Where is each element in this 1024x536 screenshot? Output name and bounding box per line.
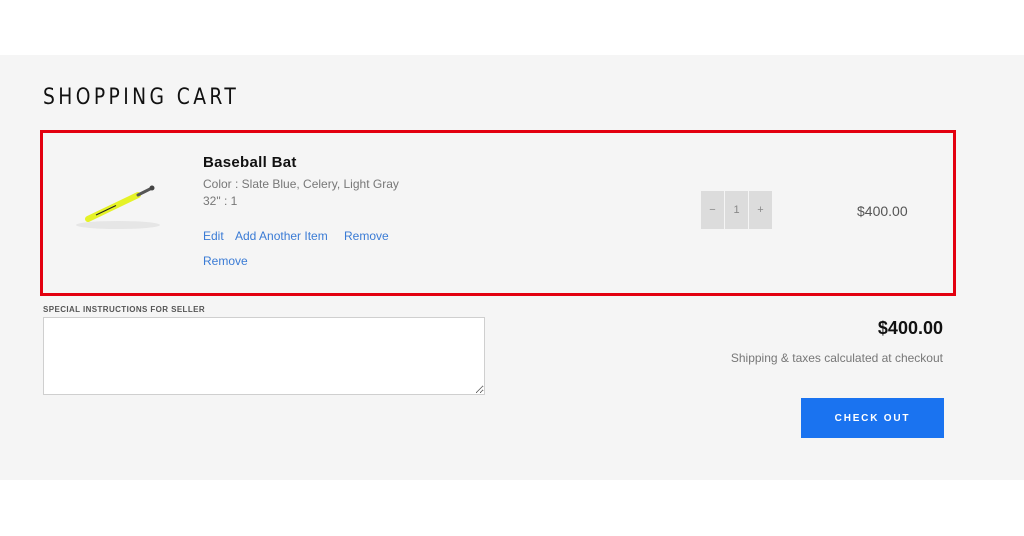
increase-quantity-button[interactable]: + bbox=[749, 191, 772, 229]
quantity-stepper: − 1 + bbox=[701, 191, 772, 229]
special-instructions-label: SPECIAL INSTRUCTIONS FOR SELLER bbox=[43, 305, 206, 314]
quantity-input[interactable]: 1 bbox=[725, 191, 748, 229]
remove-link[interactable]: Remove bbox=[344, 229, 389, 243]
item-variant-color: Color : Slate Blue, Celery, Light Gray bbox=[203, 177, 399, 191]
checkout-button[interactable]: CHECK OUT bbox=[801, 398, 944, 438]
edit-link[interactable]: Edit bbox=[203, 229, 224, 243]
remove-link-secondary[interactable]: Remove bbox=[203, 254, 248, 268]
cart-item: Baseball Bat Color : Slate Blue, Celery,… bbox=[40, 130, 956, 296]
item-variant-size: 32" : 1 bbox=[203, 194, 238, 208]
baseball-bat-image[interactable] bbox=[68, 173, 168, 238]
item-title[interactable]: Baseball Bat bbox=[203, 154, 297, 171]
add-another-item-link[interactable]: Add Another Item bbox=[235, 229, 328, 243]
line-item-price: $400.00 bbox=[857, 203, 908, 219]
shipping-note: Shipping & taxes calculated at checkout bbox=[730, 351, 943, 365]
special-instructions-input[interactable] bbox=[43, 317, 485, 395]
decrease-quantity-button[interactable]: − bbox=[701, 191, 724, 229]
page-title: SHOPPING CART bbox=[43, 85, 240, 110]
cart-subtotal: $400.00 bbox=[877, 318, 943, 338]
